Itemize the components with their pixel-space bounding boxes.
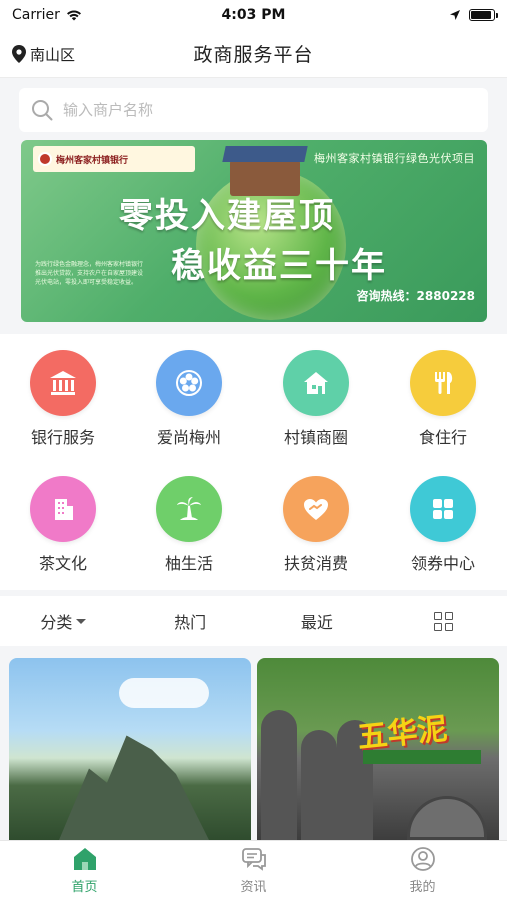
- tab-profile[interactable]: 我的: [338, 841, 507, 900]
- filter-hot[interactable]: 热门: [127, 609, 254, 633]
- tab-home[interactable]: 首页: [0, 841, 169, 900]
- bank-name: 梅州客家村镇银行: [56, 155, 129, 166]
- tab-label: 我的: [409, 880, 436, 895]
- nav-header: 南山区 政商服务平台: [0, 30, 507, 78]
- bank-logo: 梅州客家村镇银行: [33, 146, 195, 172]
- banner-section: 梅州客家村镇银行 梅州客家村镇银行绿色光伏项目 零投入建屋顶 稳收益三十年 为践…: [0, 138, 507, 334]
- dining-icon: [410, 350, 476, 416]
- filter-hot-label: 热门: [174, 613, 207, 632]
- tower-image: [407, 796, 487, 840]
- layout-toggle-button[interactable]: [380, 611, 507, 631]
- category-village-shops[interactable]: 村镇商圈: [253, 350, 379, 448]
- carrier-label: Carrier: [12, 7, 60, 23]
- filter-bar: 分类 热门 最近: [0, 590, 507, 646]
- banner-subtitle: 梅州客家村镇银行绿色光伏项目: [314, 152, 475, 165]
- coupon-grid-icon: [410, 476, 476, 542]
- bank-icon: [30, 350, 96, 416]
- search-icon: [32, 100, 53, 121]
- filter-category-dropdown[interactable]: 分类: [0, 609, 127, 633]
- person-image: [261, 710, 297, 840]
- carrier-info: Carrier: [12, 7, 82, 23]
- category-poverty-consumption[interactable]: 扶贫消费: [253, 476, 379, 574]
- profile-icon: [410, 847, 435, 871]
- battery-level: [471, 11, 491, 19]
- content-feed: 五华泥: [0, 646, 507, 840]
- wifi-icon: [66, 10, 81, 21]
- status-bar: Carrier 4:03 PM: [0, 0, 507, 30]
- banner-headline-2: 稳收益三十年: [171, 246, 387, 286]
- location-selector[interactable]: 南山区: [12, 30, 75, 78]
- category-label: 扶贫消费: [283, 554, 348, 573]
- mountain-image: [59, 735, 209, 840]
- category-dining-travel[interactable]: 食住行: [380, 350, 506, 448]
- tab-label: 资讯: [240, 880, 267, 895]
- banner-hotline: 咨询热线：2880228: [356, 289, 475, 303]
- category-label: 村镇商圈: [283, 428, 348, 447]
- map-pin-icon: [12, 45, 26, 63]
- banner-description: 为践行绿色金融理念，梅州客家村镇银行推出光伏贷款，支持农户在自家屋顶建设光伏电站…: [35, 261, 144, 286]
- category-label: 食住行: [418, 428, 467, 447]
- plum-flower-icon: [156, 350, 222, 416]
- home-icon: [73, 848, 96, 870]
- filter-recent-label: 最近: [300, 613, 333, 632]
- search-section: [0, 78, 507, 138]
- person-image: [301, 730, 337, 840]
- category-label: 领券中心: [410, 554, 475, 573]
- chat-icon: [241, 848, 266, 871]
- category-label: 银行服务: [30, 428, 95, 447]
- promo-banner[interactable]: 梅州客家村镇银行 梅州客家村镇银行绿色光伏项目 零投入建屋顶 稳收益三十年 为践…: [21, 140, 487, 322]
- category-tea-culture[interactable]: 茶文化: [0, 476, 126, 574]
- category-love-meizhou[interactable]: 爱尚梅州: [126, 350, 252, 448]
- category-bank-services[interactable]: 银行服务: [0, 350, 126, 448]
- grid-view-icon: [434, 611, 454, 631]
- banner-headline-1: 零投入建屋顶: [119, 196, 335, 236]
- cloud-image: [119, 678, 209, 708]
- category-coupon-center[interactable]: 领券中心: [380, 476, 506, 574]
- page-title: 政商服务平台: [193, 44, 314, 66]
- feed-card-mountain[interactable]: [9, 658, 251, 840]
- chevron-down-icon: [76, 618, 87, 624]
- building-icon: [30, 476, 96, 542]
- festival-title-art: 五华泥: [355, 711, 449, 756]
- filter-category-label: 分类: [40, 613, 73, 632]
- location-label: 南山区: [30, 45, 76, 64]
- feed-card-mud-festival[interactable]: 五华泥: [257, 658, 499, 840]
- bottom-tab-bar: 首页 资讯 我的: [0, 840, 507, 900]
- tab-label: 首页: [71, 880, 98, 895]
- location-arrow-icon: [450, 10, 460, 20]
- category-label: 茶文化: [38, 554, 87, 573]
- filter-recent[interactable]: 最近: [254, 609, 381, 633]
- bank-logo-icon: [38, 152, 52, 166]
- village-shop-icon: [283, 350, 349, 416]
- heart-hands-icon: [283, 476, 349, 542]
- palm-tree-icon: [156, 476, 222, 542]
- tab-news[interactable]: 资讯: [169, 841, 338, 900]
- category-pomelo-life[interactable]: 柚生活: [126, 476, 252, 574]
- search-box[interactable]: [19, 88, 488, 132]
- category-label: 柚生活: [164, 554, 213, 573]
- search-input[interactable]: [63, 101, 476, 119]
- battery-icon: [469, 9, 498, 21]
- category-label: 爱尚梅州: [156, 428, 221, 447]
- status-right: [449, 9, 498, 21]
- festival-tag-image: [363, 750, 481, 764]
- category-grid: 银行服务 爱尚梅州 村镇商圈 食住行 茶文化 柚生活 扶贫消费 领券中心: [0, 334, 507, 584]
